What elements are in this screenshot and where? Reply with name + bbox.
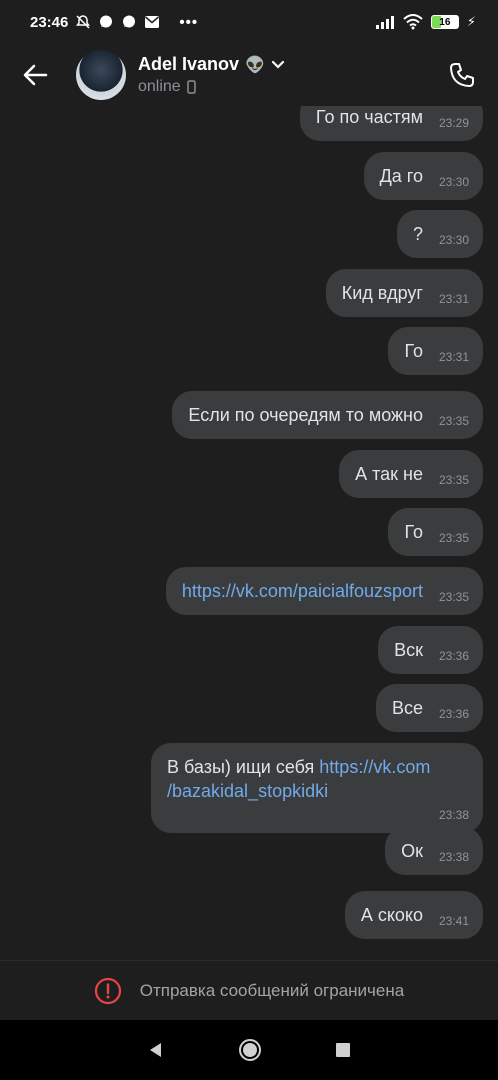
message-time: 23:31: [438, 350, 469, 364]
mobile-phone-icon: [186, 80, 196, 94]
warning-circle-icon: [94, 977, 121, 1004]
message-link[interactable]: https://vk.com: [319, 757, 430, 777]
message-list[interactable]: Го по частям 23:29 Да го 23:30 ? 23:30 К…: [0, 106, 498, 958]
chat-header: Adel Ivanov 👽 online: [0, 44, 498, 106]
message-text: Вск: [394, 640, 423, 660]
message-link[interactable]: https://vk.com/paicialfouzsport: [182, 581, 423, 601]
message-time: 23:35: [438, 590, 469, 604]
message-text: Если по очередям то можно: [188, 405, 423, 425]
avatar[interactable]: [76, 50, 126, 100]
message-text: Все: [391, 698, 423, 718]
message-bubble[interactable]: Го по частям 23:29: [299, 106, 483, 141]
message-time: 23:36: [438, 649, 469, 663]
status-time: 23:46: [30, 13, 69, 31]
message-bubble[interactable]: Вск 23:36: [378, 626, 483, 674]
message-text: Го: [404, 522, 423, 542]
message-bubble[interactable]: Кид вдруг 23:31: [325, 269, 483, 317]
peer-name: Adel Ivanov: [138, 54, 240, 74]
message-bubble[interactable]: ? 23:30: [396, 210, 483, 258]
message-text: А так не: [355, 464, 423, 484]
message-text: В базы) ищи себя: [167, 757, 320, 777]
message-text: ?: [412, 224, 423, 244]
message-text: Да го: [379, 166, 423, 186]
message-bubble[interactable]: А скоко 23:41: [344, 891, 483, 939]
mute-bell-icon: [76, 15, 91, 29]
mail-icon: [145, 16, 160, 28]
messaging-restricted-bar: Отправка сообщений ограничена: [0, 960, 498, 1020]
message-bubble[interactable]: Го 23:31: [388, 327, 483, 375]
message-time: 23:31: [438, 292, 469, 306]
message-time: 23:35: [438, 531, 469, 545]
message-text: Го: [404, 341, 423, 361]
status-bar: 23:46 ••• 16 ⚡: [0, 0, 498, 44]
arrow-left-icon: [23, 64, 48, 86]
message-bubble[interactable]: В базы) ищи себя https://vk.com /bazakid…: [151, 743, 483, 833]
chat-bubble-icon: [123, 15, 136, 28]
message-time: 23:38: [438, 850, 469, 864]
chat-screen: 23:46 ••• 16 ⚡ Adel Ivanov 👽 online Го п…: [0, 0, 498, 1080]
message-text: Кид вдруг: [341, 283, 423, 303]
phone-icon: [450, 63, 474, 87]
battery-icon: 16: [430, 15, 459, 29]
restricted-notice-text: Отправка сообщений ограничена: [139, 980, 405, 1000]
message-time: 23:30: [438, 233, 469, 247]
message-time: 23:38: [438, 808, 469, 822]
message-bubble[interactable]: https://vk.com/paicialfouzsport 23:35: [165, 567, 483, 615]
message-bubble[interactable]: Ок 23:38: [385, 827, 483, 875]
charging-icon: ⚡: [466, 14, 476, 29]
more-notifications-icon: •••: [179, 13, 199, 31]
message-time: 23:30: [438, 175, 469, 189]
message-time: 23:35: [438, 473, 469, 487]
message-time: 23:41: [438, 914, 469, 928]
call-button[interactable]: [432, 47, 492, 103]
message-text: Го по частям: [315, 107, 423, 127]
chevron-down-icon: [271, 60, 285, 69]
nav-back-icon[interactable]: [147, 1041, 165, 1059]
message-text: А скоко: [360, 905, 423, 925]
message-bubble[interactable]: Если по очередям то можно 23:35: [172, 391, 483, 439]
message-bubble[interactable]: А так не 23:35: [339, 450, 483, 498]
back-button[interactable]: [0, 47, 70, 103]
peer-status: online: [138, 78, 181, 95]
message-bubble[interactable]: Все 23:36: [375, 684, 483, 732]
message-bubble[interactable]: Да го 23:30: [363, 152, 483, 200]
message-time: 23:35: [438, 414, 469, 428]
wifi-icon: [403, 14, 423, 30]
system-nav-bar: [0, 1020, 498, 1080]
peer-info[interactable]: Adel Ivanov 👽 online: [138, 54, 432, 96]
message-bubble[interactable]: Го 23:35: [388, 508, 483, 556]
signal-icon: [375, 16, 394, 29]
message-time: 23:36: [438, 707, 469, 721]
alien-emoji-badge: 👽: [245, 56, 265, 74]
message-link[interactable]: /bazakidal_stopkidki: [167, 781, 328, 801]
nav-home-icon[interactable]: [238, 1038, 262, 1062]
message-time: 23:29: [438, 116, 469, 130]
chat-bubble-icon: [100, 15, 113, 28]
message-text: Ок: [401, 841, 423, 861]
nav-recents-icon[interactable]: [335, 1042, 351, 1058]
